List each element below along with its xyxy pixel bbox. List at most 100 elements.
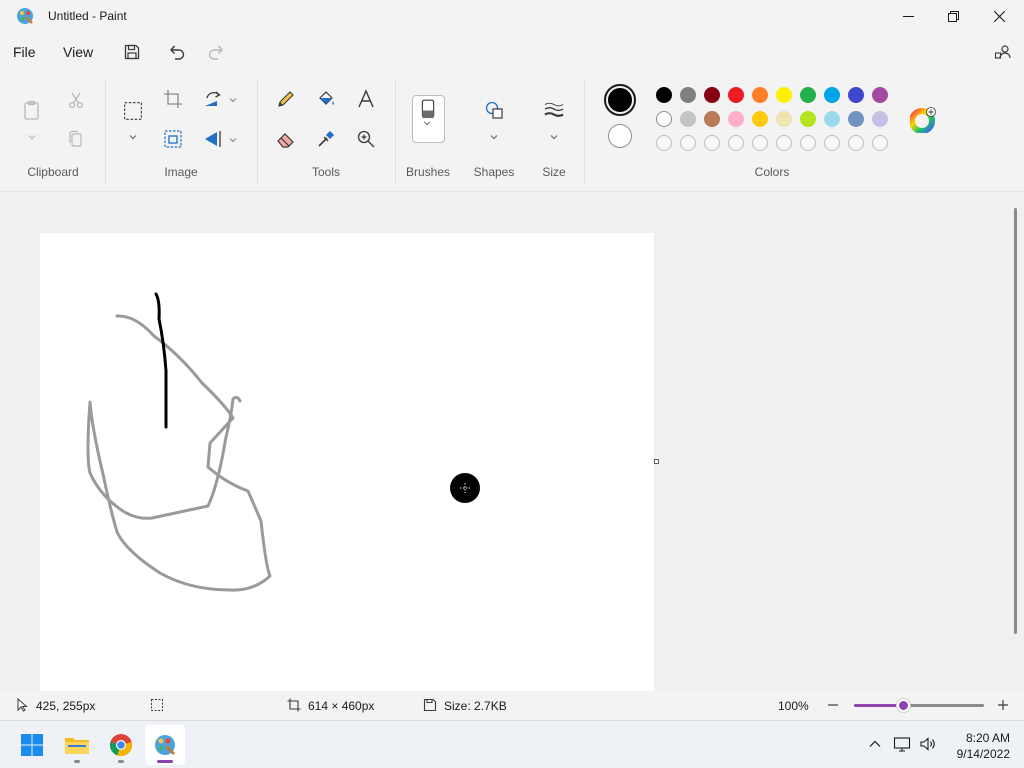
- zoom-out-icon[interactable]: [826, 698, 840, 712]
- close-button[interactable]: [976, 0, 1022, 32]
- selection-size-icon: [150, 698, 164, 712]
- stroke-size-icon[interactable]: [542, 98, 566, 122]
- palette-color-swatch[interactable]: [728, 111, 744, 127]
- ribbon-divider: [257, 80, 258, 184]
- custom-color-slot[interactable]: [728, 135, 744, 151]
- taskbar-chrome[interactable]: [101, 725, 141, 765]
- primary-color-swatch: [608, 88, 632, 112]
- custom-color-slot[interactable]: [656, 135, 672, 151]
- zoom-slider-fill: [854, 704, 904, 707]
- brush-cursor: [450, 473, 480, 503]
- canvas-workspace: [0, 191, 1024, 693]
- group-label-image: Image: [164, 165, 198, 179]
- zoom-in-icon[interactable]: [996, 698, 1010, 712]
- folder-icon: [65, 738, 89, 754]
- canvas-resize-handle[interactable]: [654, 459, 659, 464]
- copy-icon[interactable]: [64, 127, 88, 151]
- drawing-canvas[interactable]: [40, 233, 654, 693]
- flip-chevron-icon[interactable]: [228, 134, 238, 144]
- menu-file[interactable]: File: [13, 44, 36, 60]
- select-chevron-icon[interactable]: [128, 131, 138, 141]
- shapes-chevron-icon[interactable]: [489, 131, 499, 141]
- status-bar: 425, 255px 614 × 460px Size: 2.7KB 100%: [0, 691, 1024, 720]
- file-size: Size: 2.7KB: [444, 699, 507, 713]
- rotate-chevron-icon[interactable]: [228, 94, 238, 104]
- pencil-icon[interactable]: [274, 87, 298, 111]
- canvas-drawing: [86, 292, 480, 592]
- save-icon[interactable]: [121, 41, 143, 63]
- black-stroke: [154, 292, 168, 429]
- brushes-button[interactable]: [412, 95, 445, 143]
- paste-chevron-icon[interactable]: [27, 131, 37, 141]
- gray-stroke: [86, 395, 272, 592]
- eraser-icon[interactable]: [274, 127, 298, 151]
- zoom-slider-thumb[interactable]: [897, 699, 911, 712]
- system-clock[interactable]: 8:20 AM 9/14/2022: [946, 730, 1010, 762]
- palette-color-swatch[interactable]: [824, 111, 840, 127]
- show-hidden-icons-chevron-icon[interactable]: [866, 735, 884, 753]
- palette-color-swatch[interactable]: [848, 87, 864, 103]
- rotate-icon[interactable]: [201, 87, 225, 111]
- secondary-color-button[interactable]: [608, 124, 632, 148]
- restore-button[interactable]: [930, 0, 976, 32]
- palette-color-swatch[interactable]: [800, 87, 816, 103]
- custom-color-slot[interactable]: [848, 135, 864, 151]
- zoom-slider[interactable]: [854, 699, 984, 712]
- palette-color-swatch[interactable]: [752, 87, 768, 103]
- vertical-scrollbar[interactable]: [1014, 208, 1017, 634]
- select-rectangle-icon[interactable]: [120, 98, 146, 124]
- flip-icon[interactable]: [201, 127, 225, 151]
- cut-icon[interactable]: [64, 88, 88, 112]
- active-indicator: [157, 760, 173, 763]
- palette-color-swatch[interactable]: [656, 111, 672, 127]
- clock-date: 9/14/2022: [956, 747, 1010, 761]
- palette-color-swatch[interactable]: [656, 87, 672, 103]
- size-chevron-icon[interactable]: [549, 131, 559, 141]
- paste-icon[interactable]: [20, 98, 44, 122]
- palette-color-swatch[interactable]: [824, 87, 840, 103]
- taskbar-paint[interactable]: [145, 725, 185, 765]
- palette-color-swatch[interactable]: [872, 111, 888, 127]
- primary-color-button[interactable]: [604, 84, 636, 116]
- palette-color-swatch[interactable]: [776, 111, 792, 127]
- custom-color-slot[interactable]: [704, 135, 720, 151]
- custom-color-slot[interactable]: [776, 135, 792, 151]
- chrome-icon: [110, 734, 132, 757]
- minimize-button[interactable]: [885, 0, 931, 32]
- palette-color-swatch[interactable]: [728, 87, 744, 103]
- menu-view[interactable]: View: [63, 44, 93, 60]
- running-indicator: [74, 760, 80, 763]
- start-button[interactable]: [12, 725, 52, 765]
- undo-icon[interactable]: [166, 41, 188, 63]
- text-tool-icon[interactable]: [354, 87, 378, 111]
- palette-color-swatch[interactable]: [848, 111, 864, 127]
- taskbar-file-explorer[interactable]: [57, 725, 97, 765]
- palette-color-swatch[interactable]: [704, 87, 720, 103]
- network-icon[interactable]: [893, 735, 911, 753]
- shapes-icon[interactable]: [482, 98, 506, 122]
- ribbon-toolbar: Clipboard Image Tools Brushes Shapes Siz…: [0, 76, 1024, 190]
- magnifier-icon[interactable]: [354, 127, 378, 151]
- volume-icon[interactable]: [919, 735, 937, 753]
- edit-colors-icon[interactable]: [909, 107, 936, 134]
- palette-color-swatch[interactable]: [680, 87, 696, 103]
- canvas-size: 614 × 460px: [308, 699, 375, 713]
- palette-color-swatch[interactable]: [776, 87, 792, 103]
- redo-icon[interactable]: [205, 41, 227, 63]
- palette-color-swatch[interactable]: [752, 111, 768, 127]
- palette-color-swatch[interactable]: [800, 111, 816, 127]
- group-label-tools: Tools: [311, 165, 340, 179]
- color-picker-icon[interactable]: [314, 127, 338, 151]
- custom-color-slot[interactable]: [872, 135, 888, 151]
- custom-color-slot[interactable]: [824, 135, 840, 151]
- palette-color-swatch[interactable]: [872, 87, 888, 103]
- crop-icon[interactable]: [161, 87, 185, 111]
- custom-color-slot[interactable]: [800, 135, 816, 151]
- palette-color-swatch[interactable]: [704, 111, 720, 127]
- custom-color-slot[interactable]: [752, 135, 768, 151]
- palette-color-swatch[interactable]: [680, 111, 696, 127]
- custom-color-slot[interactable]: [680, 135, 696, 151]
- account-icon[interactable]: [992, 41, 1014, 63]
- resize-icon[interactable]: [161, 127, 185, 151]
- fill-bucket-icon[interactable]: [314, 87, 338, 111]
